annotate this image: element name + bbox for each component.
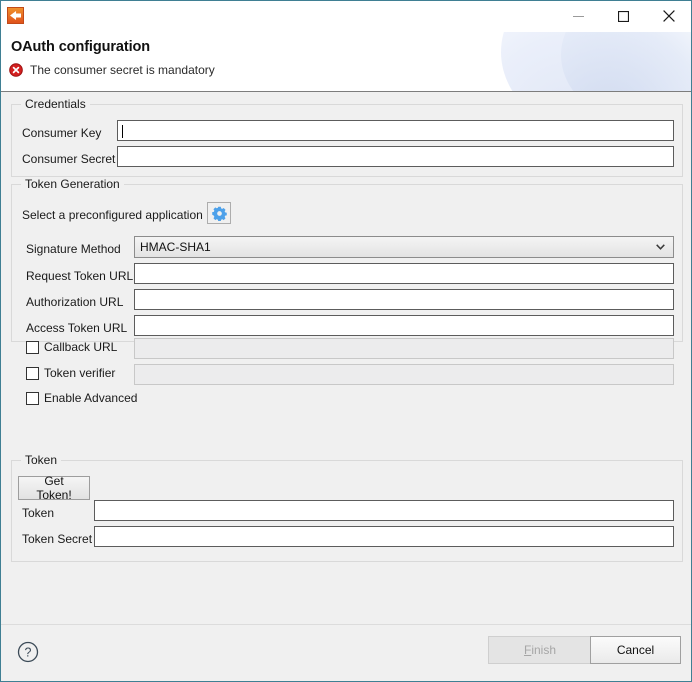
callback-url-checkbox[interactable]: Callback URL [26,340,117,354]
enable-advanced-label: Enable Advanced [44,391,138,405]
access-token-url-input[interactable] [134,315,674,336]
preconfigured-application-button[interactable] [207,202,231,224]
minimize-icon [573,15,584,17]
close-button[interactable] [646,1,691,31]
consumer-secret-label: Consumer Secret [22,152,116,166]
close-icon [662,10,675,22]
finish-button-label: Finish [524,643,556,657]
cancel-button-label: Cancel [616,643,655,657]
get-token-button-label: Get Token! [36,474,72,502]
finish-button[interactable]: Finish [488,636,592,664]
access-token-url-label: Access Token URL [26,321,128,335]
cancel-button[interactable]: Cancel [590,636,681,664]
window-controls [556,1,691,31]
maximize-button[interactable] [601,1,646,31]
error-icon [9,63,23,77]
token-verifier-label: Token verifier [44,366,116,380]
authorization-url-label: Authorization URL [26,295,124,309]
token-generation-group-legend: Token Generation [21,177,124,191]
token-group-legend: Token [21,453,62,467]
consumer-secret-input[interactable] [117,146,674,167]
signature-method-select[interactable]: HMAC-SHA1 [134,236,674,258]
help-button[interactable]: ? [17,641,39,663]
callback-url-input [134,338,674,359]
header-decoration-inner [561,32,691,91]
callback-url-label: Callback URL [44,340,118,354]
request-token-url-input[interactable] [134,263,674,284]
oauth-configuration-dialog: OAuth configuration The consumer secret … [0,0,692,682]
dialog-body: Credentials Consumer Key Consumer Secret… [1,92,691,624]
gear-icon [211,206,227,221]
minimize-button[interactable] [556,1,601,31]
request-token-url-label: Request Token URL [26,269,134,283]
validation-message-text: The consumer secret is mandatory [30,63,215,77]
consumer-key-input[interactable] [117,120,674,141]
soapui-app-icon [7,7,24,24]
text-caret [122,125,123,138]
finish-rest: inish [531,643,557,657]
maximize-icon [618,10,629,22]
token-secret-label: Token Secret [22,532,93,546]
preconfigured-application-label: Select a preconfigured application [22,208,203,222]
token-verifier-checkbox[interactable]: Token verifier [26,366,115,380]
authorization-url-input[interactable] [134,289,674,310]
token-label: Token [22,506,55,520]
svg-text:?: ? [25,645,32,659]
chevron-down-icon [656,244,665,250]
checkbox-box [26,391,39,405]
signature-method-value: HMAC-SHA1 [140,240,211,254]
page-title: OAuth configuration [11,39,151,55]
dialog-header: OAuth configuration The consumer secret … [1,32,691,92]
dialog-footer: ? Finish Cancel [1,624,691,681]
consumer-key-label: Consumer Key [22,126,102,140]
get-token-button[interactable]: Get Token! [18,474,90,502]
title-bar [1,1,691,32]
token-verifier-input [134,364,674,385]
validation-message: The consumer secret is mandatory [9,63,215,77]
enable-advanced-checkbox[interactable]: Enable Advanced [26,391,137,405]
signature-method-label: Signature Method [26,242,121,256]
token-secret-input[interactable] [94,526,674,547]
checkbox-box [26,340,39,354]
checkbox-box [26,366,39,380]
help-icon: ? [17,641,39,663]
credentials-group-legend: Credentials [21,97,90,111]
token-input[interactable] [94,500,674,521]
